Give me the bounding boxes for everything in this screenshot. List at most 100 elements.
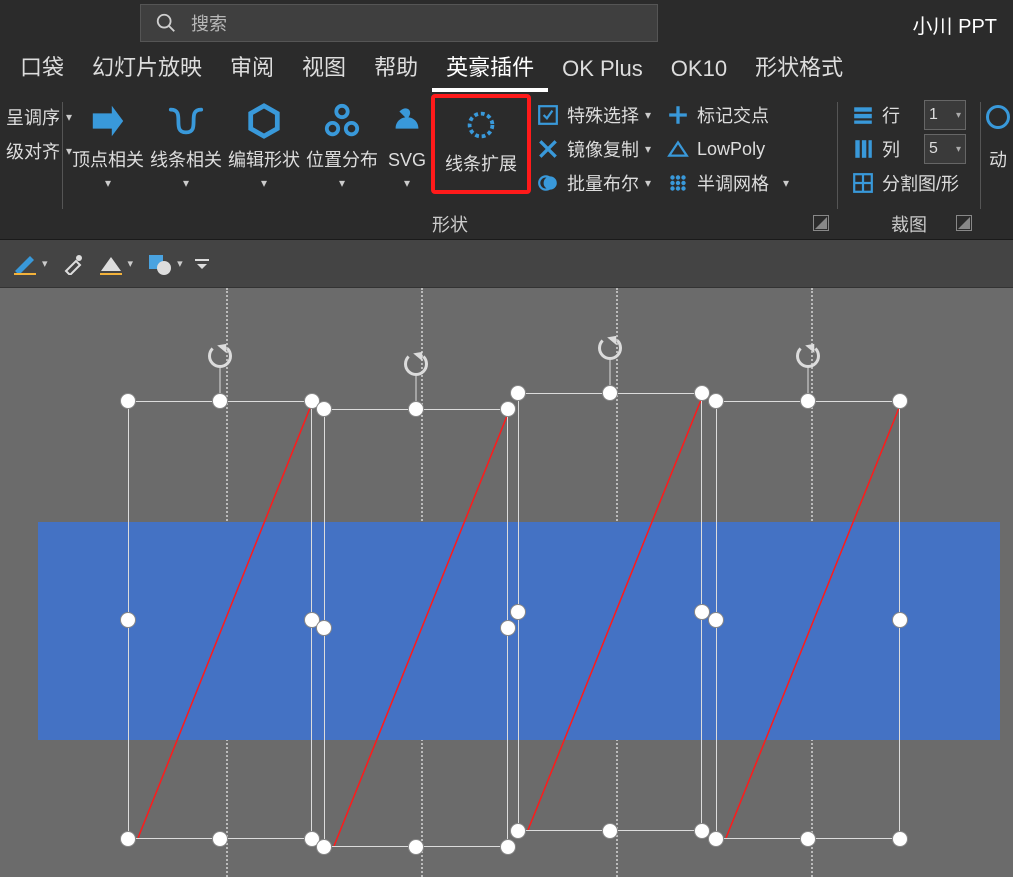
selection-handle[interactable] [120, 831, 136, 847]
line-extend-button[interactable]: 线条扩展 [433, 96, 529, 192]
position-distribute-button[interactable]: 位置分布 ▾ [303, 96, 381, 190]
cols-icon [852, 138, 874, 160]
triangle-icon [98, 253, 124, 275]
align-button[interactable]: 级对齐▾ [0, 134, 60, 168]
group-launcher-icon[interactable] [956, 215, 972, 231]
quick-toolbar: ▾ ▾ ▾ [0, 240, 1013, 288]
lowpoly-icon [667, 138, 689, 160]
lowpoly-button[interactable]: LowPoly [661, 132, 795, 166]
selection-handle[interactable] [500, 620, 516, 636]
hexagon-icon [245, 102, 283, 140]
select-icon [537, 104, 559, 126]
rows-value[interactable]: 1▾ [924, 100, 966, 130]
tab-review[interactable]: 审阅 [216, 42, 288, 92]
chevron-down-icon: ▾ [339, 176, 345, 190]
distribute-icon [323, 102, 361, 140]
order-button[interactable]: 呈调序▾ [0, 100, 60, 134]
more-icon [197, 257, 207, 271]
selection-handle[interactable] [510, 604, 526, 620]
toolbar-more-button[interactable] [197, 257, 207, 271]
halftone-grid-button[interactable]: 半调网格▾ [661, 166, 795, 200]
selection-box[interactable] [128, 401, 312, 839]
rows-icon [852, 104, 874, 126]
mirror-icon [537, 138, 559, 160]
animation-icon[interactable] [983, 102, 1013, 132]
split-icon [852, 172, 874, 194]
intersect-icon [667, 104, 689, 126]
search-placeholder: 搜索 [191, 10, 227, 36]
user-label: 小川 PPT [913, 10, 997, 39]
split-button[interactable]: 分割图/形 [846, 166, 972, 200]
tab-okplus[interactable]: OK Plus [548, 48, 657, 92]
tab-help[interactable]: 帮助 [360, 42, 432, 92]
tab-pocket[interactable]: 口袋 [6, 42, 78, 92]
selection-handle[interactable] [800, 831, 816, 847]
search-input[interactable]: 搜索 [140, 4, 658, 42]
selection-handle[interactable] [892, 393, 908, 409]
selection-handle[interactable] [708, 612, 724, 628]
group-crop-label: 裁图 [840, 211, 978, 239]
cols-value[interactable]: 5▾ [924, 134, 966, 164]
ribbon-small-col-a: 特殊选择▾ 镜像复制▾ 批量布尔▾ [529, 96, 659, 200]
slide-canvas[interactable] [0, 288, 1013, 877]
ribbon-small-col-b: 标记交点 LowPoly 半调网格▾ [659, 96, 797, 200]
group-launcher-icon[interactable] [813, 215, 829, 231]
selection-handle[interactable] [408, 401, 424, 417]
rotate-handle[interactable] [598, 336, 622, 360]
selection-handle[interactable] [212, 393, 228, 409]
shape-outline-button[interactable]: ▾ [12, 253, 48, 275]
vertex-related-button[interactable]: 顶点相关 ▾ [69, 96, 147, 190]
selection-handle[interactable] [408, 839, 424, 855]
selection-handle[interactable] [510, 823, 526, 839]
shape-fill-button[interactable]: ▾ [98, 253, 134, 275]
selection-handle[interactable] [892, 612, 908, 628]
tab-ok10[interactable]: OK10 [657, 48, 741, 92]
selection-handle[interactable] [708, 831, 724, 847]
selection-handle[interactable] [500, 839, 516, 855]
mirror-copy-button[interactable]: 镜像复制▾ [531, 132, 657, 166]
edit-shape-button[interactable]: 编辑形状 ▾ [225, 96, 303, 190]
selection-handle[interactable] [120, 612, 136, 628]
selection-handle[interactable] [316, 620, 332, 636]
gear-circle-icon [462, 106, 500, 144]
special-select-button[interactable]: 特殊选择▾ [531, 98, 657, 132]
search-icon [155, 12, 177, 34]
title-bar: 搜索 小川 PPT [0, 0, 1013, 46]
selection-handle[interactable] [800, 393, 816, 409]
selection-handle[interactable] [316, 839, 332, 855]
line-related-button[interactable]: 线条相关 ▾ [147, 96, 225, 190]
svg-button[interactable]: SVG ▾ [381, 96, 433, 190]
tab-shape-format[interactable]: 形状格式 [741, 42, 857, 92]
shape-merge-button[interactable]: ▾ [147, 253, 183, 275]
selection-handle[interactable] [212, 831, 228, 847]
chevron-down-icon: ▾ [261, 176, 267, 190]
selection-handle[interactable] [510, 385, 526, 401]
selection-box[interactable] [716, 401, 900, 839]
tab-yinghao-plugin[interactable]: 英豪插件 [432, 42, 548, 92]
eyedropper-icon [62, 253, 84, 275]
pen-icon [12, 253, 38, 275]
cols-field[interactable]: 列 5▾ [846, 132, 972, 166]
selection-handle[interactable] [120, 393, 136, 409]
selection-handle[interactable] [602, 385, 618, 401]
selection-box[interactable] [518, 393, 702, 831]
selection-handle[interactable] [892, 831, 908, 847]
rows-field[interactable]: 行 1▾ [846, 98, 972, 132]
selection-handle[interactable] [316, 401, 332, 417]
separator [980, 102, 981, 209]
selection-handle[interactable] [708, 393, 724, 409]
eyedropper-button[interactable] [62, 253, 84, 275]
selection-handle[interactable] [500, 401, 516, 417]
merge-icon [147, 253, 173, 275]
rotate-handle[interactable] [796, 344, 820, 368]
batch-boolean-button[interactable]: 批量布尔▾ [531, 166, 657, 200]
rotate-handle[interactable] [208, 344, 232, 368]
selection-box[interactable] [324, 409, 508, 847]
tab-slideshow[interactable]: 幻灯片放映 [78, 42, 216, 92]
selection-handle[interactable] [602, 823, 618, 839]
mark-intersect-button[interactable]: 标记交点 [661, 98, 795, 132]
tab-view[interactable]: 视图 [288, 42, 360, 92]
separator [62, 102, 63, 209]
rotate-handle[interactable] [404, 352, 428, 376]
animation-label: 动 [989, 146, 1007, 172]
